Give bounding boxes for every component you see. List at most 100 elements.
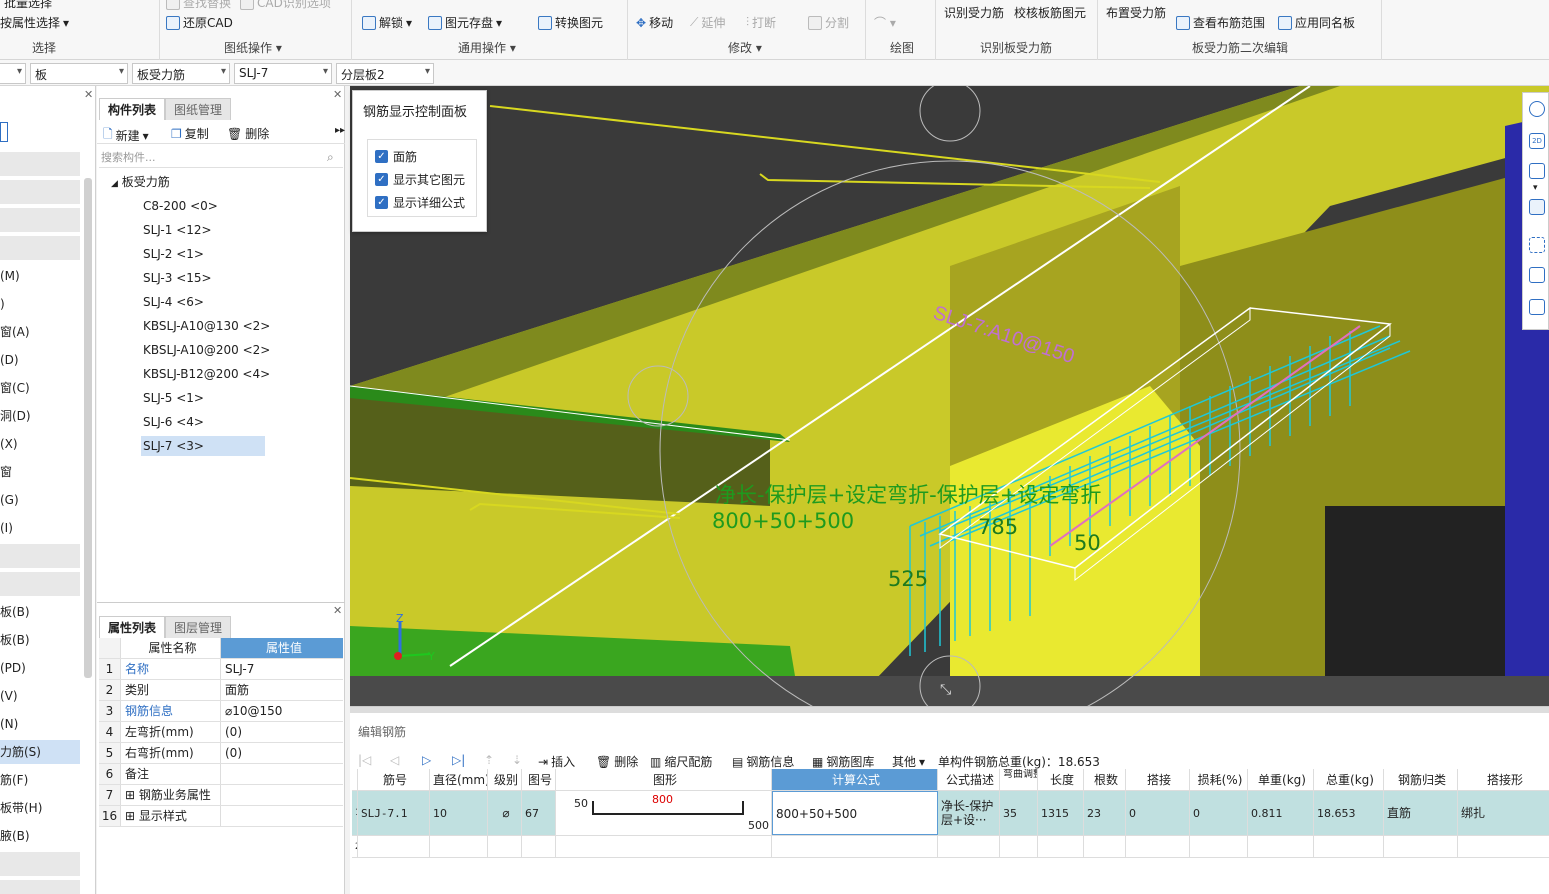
nav-item-rebar[interactable]: 力筋(S)	[0, 740, 80, 764]
next-row-icon[interactable]: ▷	[422, 753, 431, 767]
property-row-expandable[interactable]: 7 ⊞ 钢筋业务属性	[99, 785, 343, 806]
scale-rebar-button[interactable]: ▥ 缩尺配筋	[650, 753, 712, 770]
rebar-library-button[interactable]: ▦ 钢筋图库	[812, 753, 874, 770]
property-row[interactable]: 2 类别 面筋	[99, 680, 343, 701]
copy-button[interactable]: ❐ 复制	[171, 125, 209, 142]
tree-item[interactable]: SLJ-1 <12>	[143, 220, 212, 240]
orbit-icon[interactable]	[1529, 101, 1545, 117]
nav-item[interactable]: 板(B)	[0, 600, 80, 624]
recognize-rebar-button[interactable]: 识别受力筋	[944, 4, 1004, 21]
property-row[interactable]: 4 左弯折(mm) (0)	[99, 722, 343, 743]
fit-view-icon[interactable]	[1529, 237, 1545, 253]
close-icon[interactable]: ✕	[84, 88, 93, 101]
property-row[interactable]: 3 钢筋信息 ⌀10@150	[99, 701, 343, 722]
nav-item[interactable]: 洞(D)	[0, 404, 80, 428]
nav-scrollbar[interactable]	[84, 178, 92, 678]
tree-item[interactable]: KBSLJ-A10@200 <2>	[143, 340, 270, 360]
close-icon[interactable]: ✕	[333, 88, 342, 101]
property-row[interactable]: 1 名称 SLJ-7	[99, 659, 343, 680]
collapse-icon[interactable]: ⤡	[940, 682, 951, 698]
other-menu-button[interactable]: 其他 ▾	[892, 753, 925, 770]
nav-item[interactable]: 筋(F)	[0, 768, 80, 792]
nav-item[interactable]: (G)	[0, 488, 80, 512]
nav-item[interactable]: (M)	[0, 264, 80, 288]
nav-item[interactable]: (I)	[0, 516, 80, 540]
nav-item[interactable]: 窗(C)	[0, 376, 80, 400]
nav-item[interactable]: (X)	[0, 432, 80, 456]
tree-item[interactable]: C8-200 <0>	[143, 196, 218, 216]
move-up-icon[interactable]: ⇡	[484, 753, 494, 767]
3d-viewport[interactable]: SLJ-7:A10@150 净长-保护层+设定弯折-保护层+设定弯折 800+5…	[350, 86, 1549, 706]
first-row-icon[interactable]: |◁	[358, 753, 371, 767]
batch-select-button[interactable]: 批量选择	[4, 0, 52, 11]
nav-item[interactable]: 腋(B)	[0, 824, 80, 848]
check-slab-rebar-button[interactable]: 校核板筋图元	[1014, 4, 1086, 21]
nav-item[interactable]: (N)	[0, 712, 80, 736]
more-icon[interactable]: ▸▸	[335, 125, 345, 136]
split-button[interactable]: 分割	[808, 14, 849, 31]
nav-item[interactable]: 板带(H)	[0, 796, 80, 820]
nav-item[interactable]: (V)	[0, 684, 80, 708]
grid-row[interactable]: 1 SLJ-7.1 10 ⌀ 67 50 800 500 800+50+500 …	[352, 791, 1549, 836]
tree-root[interactable]: ◢ 板受力筋	[111, 172, 170, 192]
3d-view-icon[interactable]	[1529, 163, 1545, 179]
draw-arc-button[interactable]: ⌒ ▾	[874, 14, 896, 31]
box-view-icon[interactable]	[1529, 199, 1545, 215]
tree-item[interactable]: KBSLJ-B12@200 <4>	[143, 364, 270, 384]
tree-item[interactable]: SLJ-3 <15>	[143, 268, 212, 288]
properties-view-icon[interactable]	[1529, 299, 1545, 315]
apply-same-slab-button[interactable]: 应用同名板	[1278, 14, 1355, 31]
nav-item[interactable]: 窗(A)	[0, 320, 80, 344]
component-select[interactable]: SLJ-7	[234, 63, 332, 84]
search-input[interactable]: 搜索构件...	[99, 148, 343, 168]
tree-item[interactable]: SLJ-5 <1>	[143, 388, 204, 408]
property-row[interactable]: 5 右弯折(mm) (0)	[99, 743, 343, 764]
nav-item[interactable]: 窗	[0, 460, 80, 484]
extend-button[interactable]: ⟋ 延伸	[690, 14, 725, 31]
convert-element-button[interactable]: 转换图元	[538, 14, 603, 31]
tab-layer-manage[interactable]: 图层管理	[165, 616, 232, 638]
floor-select[interactable]	[0, 63, 26, 84]
formula-cell[interactable]: 800+50+500	[772, 791, 938, 835]
select-by-attribute-button[interactable]: 按属性选择 ▾	[0, 14, 69, 31]
place-rebar-button[interactable]: 布置受力筋	[1106, 4, 1166, 21]
move-button[interactable]: ✥ 移动	[636, 14, 673, 31]
property-row[interactable]: 6 备注	[99, 764, 343, 785]
unlock-button[interactable]: 解锁 ▾	[362, 14, 412, 31]
property-row-expandable[interactable]: 16 ⊞ 显示样式	[99, 806, 343, 827]
tab-property-list[interactable]: 属性列表	[99, 616, 166, 638]
nav-item[interactable]: (D)	[0, 348, 80, 372]
delete-row-button[interactable]: 🗑 删除	[596, 753, 638, 770]
subtype-select[interactable]: 板受力筋	[132, 63, 230, 84]
checkbox-show-formula[interactable]: ✓ 显示详细公式	[375, 194, 465, 211]
move-down-icon[interactable]: ⇣	[512, 753, 522, 767]
expand-icon[interactable]: ⊞	[125, 788, 135, 802]
find-replace-button[interactable]: 查找替换	[166, 0, 231, 11]
view-range-button[interactable]: 查看布筋范围	[1176, 14, 1265, 31]
insert-button[interactable]: ⇥ 插入	[538, 753, 575, 770]
2d-view-icon[interactable]: 2D	[1529, 133, 1545, 149]
nav-item[interactable]: 板(B)	[0, 628, 80, 652]
break-button[interactable]: ⫶ 打断	[746, 14, 776, 31]
last-row-icon[interactable]: ▷|	[452, 753, 465, 767]
expand-icon[interactable]: ⊞	[125, 809, 135, 823]
dynamic-observe-icon[interactable]	[1529, 267, 1545, 283]
type-select[interactable]: 板	[30, 63, 128, 84]
chevron-down-icon[interactable]: ▾	[1533, 183, 1538, 193]
tab-drawing-manage[interactable]: 图纸管理	[165, 98, 232, 120]
tree-item[interactable]: KBSLJ-A10@130 <2>	[143, 316, 270, 336]
nav-item[interactable]: (PD)	[0, 656, 80, 680]
prev-row-icon[interactable]: ◁	[390, 753, 399, 767]
checkbox-surface-rebar[interactable]: ✓ 面筋	[375, 148, 417, 165]
nav-expand-icon[interactable]	[0, 122, 8, 142]
restore-cad-button[interactable]: 还原CAD	[166, 14, 233, 31]
grid-row-empty[interactable]: 2	[352, 836, 1549, 858]
nav-item[interactable]: )	[0, 292, 80, 316]
delete-button[interactable]: 🗑 删除	[227, 125, 269, 142]
layer-select[interactable]: 分层板2	[336, 63, 434, 84]
checkbox-show-others[interactable]: ✓ 显示其它图元	[375, 171, 465, 188]
tree-item-selected[interactable]: SLJ-7 <3>	[141, 436, 265, 456]
rebar-info-button[interactable]: ▤ 钢筋信息	[732, 753, 794, 770]
save-element-button[interactable]: 图元存盘 ▾	[428, 14, 502, 31]
tree-item[interactable]: SLJ-4 <6>	[143, 292, 204, 312]
